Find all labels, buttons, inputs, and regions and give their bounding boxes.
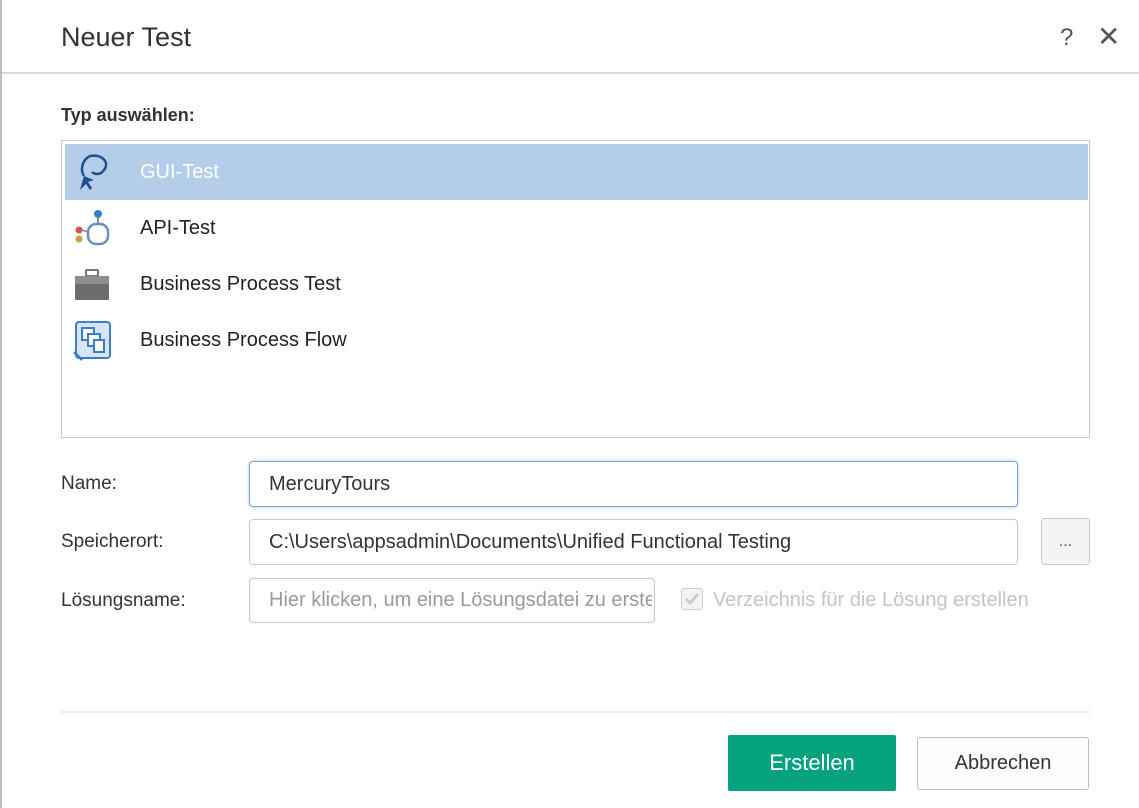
type-item-label: Business Process Test [140,273,341,295]
api-test-icon [75,210,110,246]
create-directory-label: Verzeichnis für die Lösung erstellen [713,589,1029,611]
cancel-button[interactable]: Abbrechen [917,737,1089,790]
window-left-border [0,0,2,808]
type-item-business-process-test[interactable]: Business Process Test [65,256,1088,312]
create-button[interactable]: Erstellen [728,735,896,791]
type-item-label: GUI-Test [140,161,219,183]
gui-test-icon [80,154,108,190]
browse-button[interactable]: ... [1041,518,1090,565]
business-process-flow-icon [73,321,111,361]
dialog-title: Neuer Test [61,22,192,52]
close-button[interactable]: ✕ [1097,20,1120,53]
help-button[interactable]: ? [1060,24,1073,52]
solution-label: Lösungsname: [61,590,186,611]
solution-name-input[interactable] [249,578,655,623]
location-label: Speicherort: [61,531,164,552]
dialog-titlebar: Neuer Test ? ✕ [2,0,1139,74]
type-section-label: Typ auswählen: [61,105,195,125]
create-directory-checkbox[interactable] [681,588,703,610]
name-input[interactable] [249,461,1018,507]
name-label: Name: [61,473,117,494]
type-item-api-test[interactable]: API-Test [65,200,1088,256]
type-item-label: API-Test [140,217,216,239]
test-type-list[interactable]: GUI-Test API-Test Business Process Test … [61,140,1090,438]
type-item-business-process-flow[interactable]: Business Process Flow [65,312,1088,368]
type-item-gui-test[interactable]: GUI-Test [65,144,1088,200]
type-item-label: Business Process Flow [140,329,347,351]
footer-divider [61,711,1090,713]
location-input[interactable] [249,519,1018,565]
business-process-test-icon [75,269,109,300]
checkmark-icon [685,593,699,605]
